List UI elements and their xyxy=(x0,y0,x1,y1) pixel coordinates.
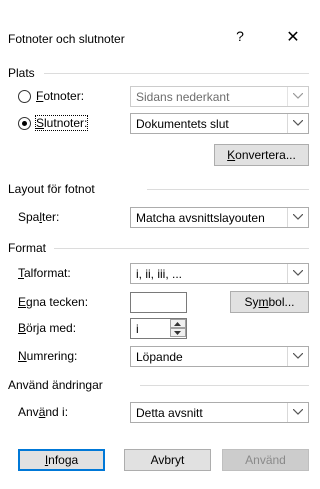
columns-value: Matcha avsnittslayouten xyxy=(136,211,265,225)
dialog-title: Fotnoter och slutnoter xyxy=(8,32,125,46)
start-at-spinner[interactable] xyxy=(170,319,186,338)
section-heading-plats: Plats xyxy=(8,66,35,80)
section-divider xyxy=(147,189,309,190)
chevron-down-icon xyxy=(287,208,308,227)
apply-to-select[interactable]: Detta avsnitt xyxy=(130,402,309,423)
apply-button[interactable]: Använd xyxy=(222,449,309,471)
footnotes-location-value: Sidans nederkant xyxy=(136,90,230,104)
custom-mark-label: Egna tecken: xyxy=(18,295,89,309)
endnotes-location-value: Dokumentets slut xyxy=(136,117,229,131)
footnotes-label: Fotnoter: xyxy=(36,89,85,103)
chevron-down-icon xyxy=(287,87,308,106)
section-divider xyxy=(54,248,309,249)
columns-select[interactable]: Matcha avsnittslayouten xyxy=(130,207,309,228)
chevron-down-icon xyxy=(287,347,308,366)
section-divider xyxy=(140,385,309,386)
endnotes-location-select[interactable]: Dokumentets slut xyxy=(130,113,309,134)
section-heading-layout: Layout för fotnot xyxy=(8,182,95,196)
start-at-input[interactable]: i xyxy=(130,318,187,339)
symbol-button[interactable]: Symbol... xyxy=(230,291,309,313)
close-icon[interactable]: ✕ xyxy=(283,27,303,47)
start-at-value: i xyxy=(136,322,139,336)
chevron-down-icon xyxy=(287,114,308,133)
apply-to-label: Använd i: xyxy=(18,405,69,419)
section-heading-format: Format xyxy=(8,241,47,255)
columns-label: Spalter: xyxy=(18,210,60,224)
custom-mark-input[interactable] xyxy=(130,292,187,313)
background-document-strip xyxy=(0,0,317,12)
chevron-down-icon xyxy=(287,403,308,422)
endnotes-radio[interactable] xyxy=(18,117,31,130)
endnotes-label: Slutnoter: xyxy=(34,115,89,131)
numbering-select[interactable]: Löpande xyxy=(130,346,309,367)
numbering-label: Numrering: xyxy=(18,349,78,363)
chevron-down-icon xyxy=(287,264,308,283)
section-heading-apply: Använd ändringar xyxy=(8,378,103,392)
start-at-label: Börja med: xyxy=(18,321,77,335)
footnotes-location-select[interactable]: Sidans nederkant xyxy=(130,86,309,107)
insert-button[interactable]: Infoga xyxy=(18,449,105,471)
convert-button[interactable]: Konvertera... xyxy=(214,144,309,166)
number-format-select[interactable]: i, ii, iii, ... xyxy=(130,263,309,284)
footnotes-radio[interactable] xyxy=(18,90,31,103)
number-format-label: Talformat: xyxy=(18,266,71,280)
number-format-value: i, ii, iii, ... xyxy=(136,267,183,281)
numbering-value: Löpande xyxy=(136,350,183,364)
cancel-button[interactable]: Avbryt xyxy=(124,449,211,471)
section-divider xyxy=(44,73,309,74)
spin-down-button[interactable] xyxy=(170,328,186,337)
apply-to-value: Detta avsnitt xyxy=(136,406,203,420)
spin-up-button[interactable] xyxy=(170,319,186,328)
help-icon[interactable]: ? xyxy=(230,28,250,44)
footnote-endnote-dialog: Fotnoter och slutnoter ? ✕ Plats Fotnote… xyxy=(0,12,317,489)
